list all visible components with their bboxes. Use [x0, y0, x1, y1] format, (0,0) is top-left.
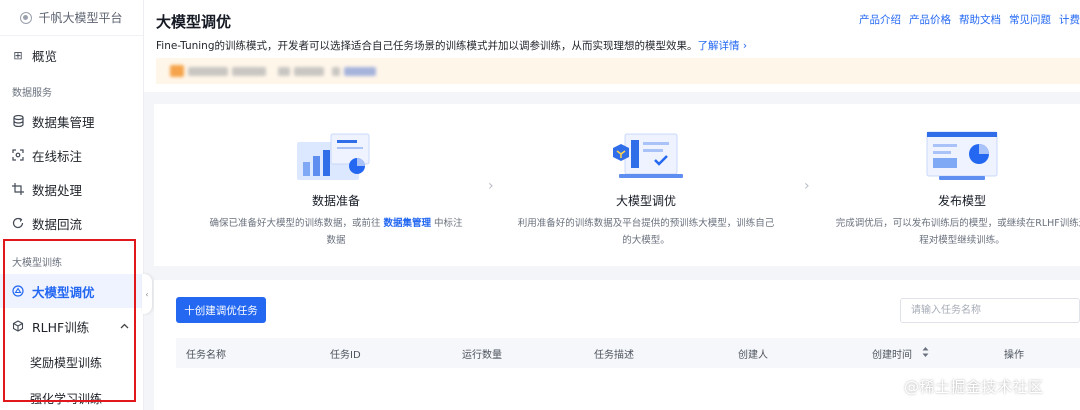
- sidebar-item-data-reflow[interactable]: 数据回流: [0, 206, 143, 240]
- database-icon: [12, 115, 24, 127]
- step-data-preparation: 数据准备 确保已准备好大模型的训练数据，或前往 数据集管理 中标注数据: [196, 104, 476, 266]
- sidebar-item-label: 数据回流: [32, 216, 83, 232]
- desc-text: 确保已准备好大模型的训练数据，或前往: [209, 218, 384, 229]
- page-description: Fine-Tuning的训练模式，开发者可以选择适合自己任务场景的训练模式并加以…: [156, 38, 747, 53]
- step-title: 大模型调优: [615, 194, 676, 208]
- description-text: Fine-Tuning的训练模式，开发者可以选择适合自己任务场景的训练模式并加以…: [156, 40, 698, 52]
- create-tuning-task-button[interactable]: 十创建调优任务: [176, 297, 266, 323]
- model-tuning-illustration-icon: [613, 133, 683, 178]
- column-created-time[interactable]: 创建时间: [872, 338, 929, 368]
- workflow-steps-card: 数据准备 确保已准备好大模型的训练数据，或前往 数据集管理 中标注数据 › 大模…: [154, 104, 1080, 266]
- chevron-right-icon: ›: [804, 178, 810, 194]
- redacted-text: [232, 66, 266, 76]
- sidebar-item-label: 大模型调优: [32, 284, 95, 300]
- publish-dashboard-illustration-icon: [926, 131, 998, 180]
- redacted-text: [332, 66, 340, 76]
- brand-name: 千帆大模型平台: [38, 11, 123, 25]
- brand-logo-icon: [20, 11, 33, 24]
- column-creator: 创建人: [738, 349, 768, 361]
- sidebar-item-reinforcement-learning-training[interactable]: 强化学习训练: [0, 380, 143, 410]
- step-title: 发布模型: [937, 194, 986, 208]
- sidebar-item-label: 概览: [32, 48, 58, 64]
- column-task-name: 任务名称: [186, 349, 226, 361]
- chevron-up-icon[interactable]: [120, 321, 129, 332]
- step-model-tuning: 大模型调优 利用准备好的训练数据及平台提供的预训练大模型，训练自己的大模型。: [506, 104, 786, 266]
- section-label-data: 数据服务: [12, 87, 52, 99]
- step-description: 利用准备好的训练数据及平台提供的预训练大模型，训练自己的大模型。: [517, 218, 775, 246]
- cube-icon: [12, 320, 24, 332]
- chevron-left-icon: ‹: [145, 289, 149, 299]
- scan-icon: [12, 149, 24, 161]
- column-run-count: 运行数量: [462, 349, 502, 361]
- notice-icon: [170, 65, 184, 77]
- sidebar-item-label: 数据集管理: [32, 114, 95, 130]
- refresh-icon: [12, 217, 24, 229]
- top-links: 产品介绍 产品价格 帮助文档 常见问题 计费: [859, 12, 1080, 27]
- step-description: 完成调优后，可以发布训练后的模型，或继续在RLHF训练过程对模型继续训练。: [835, 218, 1080, 246]
- sidebar-item-data-processing[interactable]: 数据处理: [0, 172, 143, 206]
- page-header: 大模型调优 产品介绍 产品价格 帮助文档 常见问题 计费 Fine-Tuning…: [144, 0, 1080, 92]
- sidebar-item-model-tuning[interactable]: 大模型调优: [0, 274, 143, 308]
- column-task-id: 任务ID: [330, 349, 361, 361]
- crop-icon: [12, 183, 24, 195]
- link-help-docs[interactable]: 帮助文档: [959, 12, 1001, 27]
- grid-icon: ⊞: [13, 48, 23, 62]
- link-billing[interactable]: 计费: [1059, 12, 1080, 27]
- sidebar-item-online-annotation[interactable]: 在线标注: [0, 138, 143, 172]
- sidebar-item-label: RLHF训练: [32, 319, 90, 335]
- page-title: 大模型调优: [156, 13, 232, 31]
- link-faq[interactable]: 常见问题: [1009, 12, 1051, 27]
- notice-banner: [156, 58, 1080, 84]
- column-actions: 操作: [1004, 349, 1024, 361]
- step-title: 数据准备: [311, 194, 360, 208]
- redacted-text: [188, 66, 228, 76]
- sidebar-collapse-handle[interactable]: ‹: [142, 274, 152, 314]
- redacted-text: [278, 66, 290, 76]
- sidebar-item-reward-model-training[interactable]: 奖励模型训练: [0, 344, 143, 380]
- column-task-description: 任务描述: [594, 349, 634, 361]
- step-description: 确保已准备好大模型的训练数据，或前往 数据集管理 中标注数据: [206, 215, 466, 249]
- dataset-management-link[interactable]: 数据集管理: [383, 218, 431, 229]
- column-label: 创建时间: [872, 349, 912, 361]
- sidebar-item-rlhf-training[interactable]: RLHF训练: [0, 308, 143, 344]
- data-chart-illustration-icon: [297, 133, 370, 180]
- link-product-pricing[interactable]: 产品价格: [909, 12, 951, 27]
- sidebar-item-overview[interactable]: ⊞ 概览: [0, 38, 143, 72]
- sort-icon[interactable]: [922, 347, 929, 359]
- sidebar-item-dataset-management[interactable]: 数据集管理: [0, 104, 143, 138]
- link-product-intro[interactable]: 产品介绍: [859, 12, 901, 27]
- sidebar: 千帆大模型平台 ⊞ 概览 数据服务 数据集管理 在线标注 数据处理 数据回流 大…: [0, 0, 144, 410]
- chevron-right-icon: ›: [488, 178, 494, 194]
- sidebar-item-label: 在线标注: [32, 148, 83, 164]
- table-header: 任务名称 任务ID 运行数量 任务描述 创建人 创建时间 操作: [176, 338, 1080, 368]
- watermark: @稀土掘金技术社区: [904, 378, 1044, 396]
- section-label-training: 大模型训练: [12, 257, 62, 269]
- model-icon: [12, 285, 24, 297]
- learn-more-link[interactable]: 了解详情 ›: [698, 40, 748, 52]
- step-publish-model: 发布模型 完成调优后，可以发布训练后的模型，或继续在RLHF训练过程对模型继续训…: [822, 104, 1080, 266]
- sidebar-item-label: 数据处理: [32, 182, 83, 198]
- redacted-text: [344, 66, 376, 76]
- task-name-search-input[interactable]: [900, 298, 1080, 323]
- brand-header[interactable]: 千帆大模型平台: [0, 0, 143, 36]
- redacted-text: [294, 66, 324, 76]
